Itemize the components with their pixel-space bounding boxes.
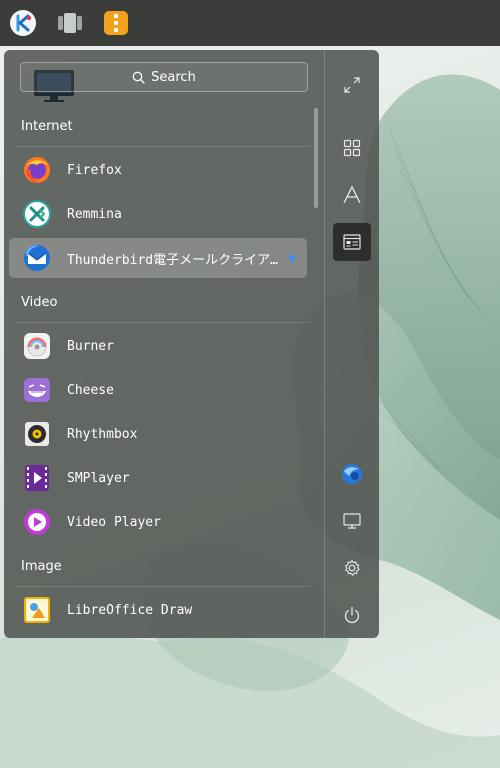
app-item-firefox[interactable]: Firefox [9, 150, 307, 190]
application-launcher: Search Internet Firefox Remmina Thunderb… [4, 50, 379, 638]
search-placeholder: Search [151, 69, 196, 85]
fullscreen-button[interactable] [333, 66, 371, 104]
category-header-image: Image [21, 559, 62, 574]
search-icon [132, 71, 145, 84]
letter-index-button[interactable] [333, 176, 371, 214]
app-item-video-player[interactable]: Video Player [9, 502, 307, 542]
app-item-burner[interactable]: Burner [9, 326, 307, 366]
grid-view-button[interactable] [333, 129, 371, 167]
launcher-sidebar [324, 50, 379, 638]
category-divider [14, 586, 310, 587]
thunderbird-icon [24, 245, 50, 271]
browser-button[interactable] [333, 455, 371, 493]
app-item-libreoffice-draw[interactable]: LibreOffice Draw [9, 590, 307, 630]
burner-icon [24, 333, 50, 359]
new-app-indicator [289, 255, 295, 261]
app-item-label: SMPlayer [67, 470, 130, 486]
power-button[interactable] [333, 596, 371, 634]
remmina-icon [23, 200, 51, 228]
power-icon [344, 606, 360, 624]
settings-button[interactable] [333, 549, 371, 587]
category-view-button[interactable] [333, 223, 371, 261]
app-item-cheese[interactable]: Cheese [9, 370, 307, 410]
app-item-label: Video Player [67, 514, 161, 530]
firefox-icon [24, 157, 50, 183]
window-switcher-button[interactable] [55, 8, 85, 38]
video-player-icon [24, 509, 50, 535]
cheese-icon [24, 378, 50, 402]
category-divider [14, 322, 310, 323]
letter-index-icon [343, 185, 361, 204]
grid-view-icon [343, 139, 361, 157]
settings-icon [344, 559, 360, 576]
category-header-internet: Internet [21, 119, 73, 134]
kde-launcher-button[interactable] [8, 8, 38, 38]
app-item-label: Remmina [67, 206, 122, 222]
smplayer-icon [25, 465, 49, 491]
app-item-smplayer[interactable]: SMPlayer [9, 458, 307, 498]
app-list-panel: Search Internet Firefox Remmina Thunderb… [4, 50, 324, 638]
category-divider [14, 146, 310, 147]
sticky-notes-button[interactable] [101, 8, 131, 38]
fullscreen-icon [344, 77, 360, 93]
category-header-video: Video [21, 295, 58, 310]
window-switcher-icon [58, 13, 82, 33]
app-item-thunderbird[interactable]: Thunderbird電子メールクライア… [9, 238, 307, 278]
display-settings-button[interactable] [333, 502, 371, 540]
browser-icon [342, 464, 362, 484]
app-item-label: Thunderbird電子メールクライア… [67, 252, 278, 268]
app-item-remmina[interactable]: Remmina [9, 194, 307, 234]
app-item-label: Firefox [67, 162, 122, 178]
app-item-label: Rhythmbox [67, 426, 138, 442]
sticky-notes-icon [104, 11, 128, 35]
app-item-label: LibreOffice Draw [67, 602, 193, 618]
app-item-rhythmbox[interactable]: Rhythmbox [9, 414, 307, 454]
category-view-icon [343, 234, 361, 250]
app-item-label: Burner [67, 338, 114, 354]
kde-launcher-icon [10, 10, 36, 36]
app-list-scrollbar[interactable] [314, 108, 318, 208]
app-item-label: Cheese [67, 382, 114, 398]
taskbar [0, 0, 500, 46]
display-icon [343, 513, 361, 529]
rhythmbox-icon [25, 422, 49, 446]
search-input[interactable]: Search [20, 62, 308, 92]
libreoffice-draw-icon [24, 597, 50, 623]
